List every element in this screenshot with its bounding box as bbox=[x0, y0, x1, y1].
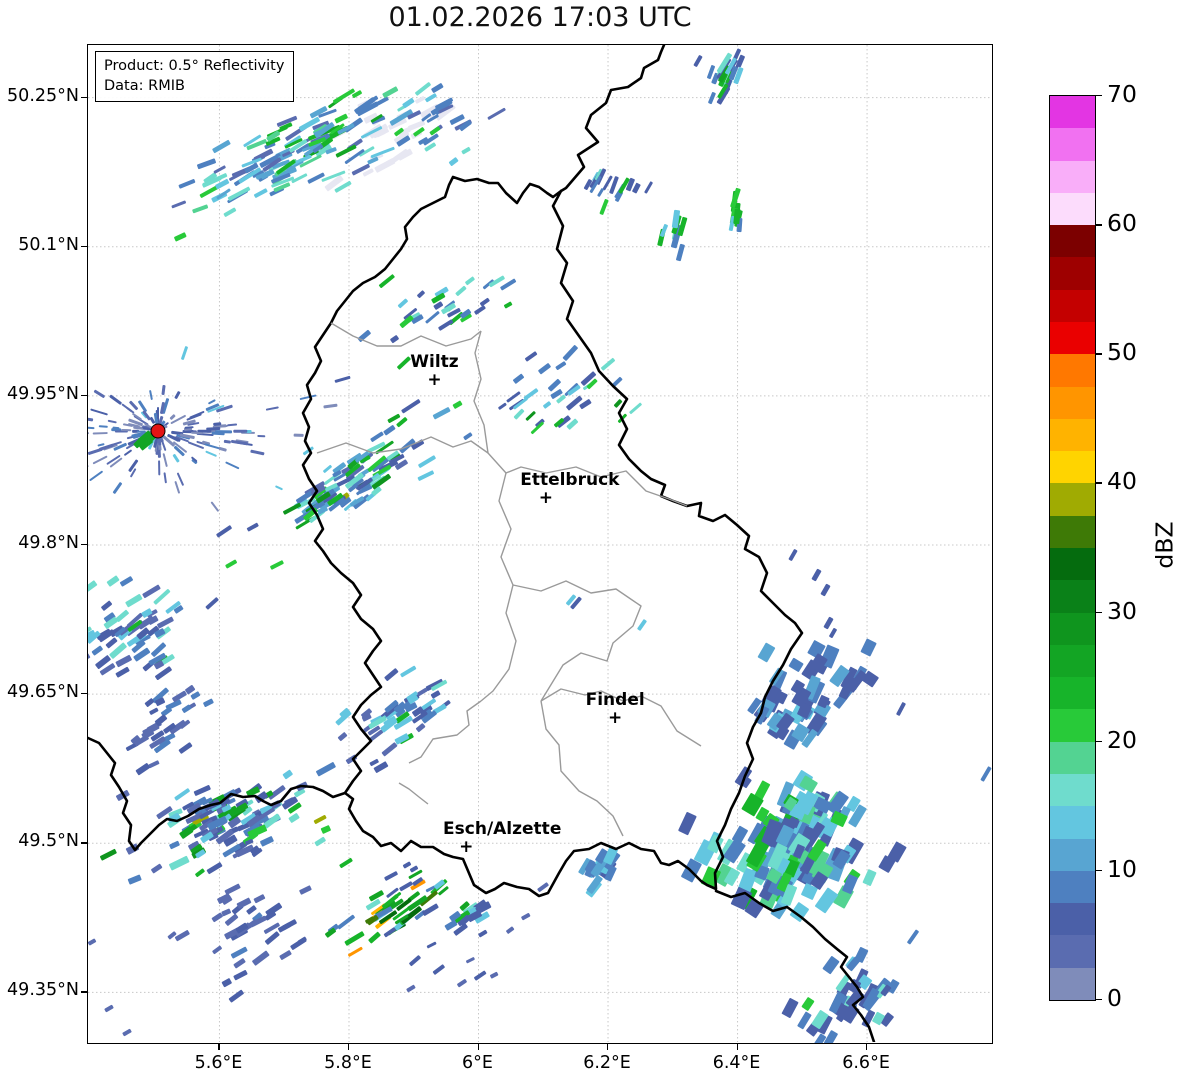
colorbar-segment bbox=[1050, 805, 1095, 839]
y-tick-mark bbox=[81, 394, 87, 397]
colorbar-tick-label: 30 bbox=[1107, 596, 1137, 625]
y-tick-label: 50.25°N bbox=[7, 85, 79, 106]
colorbar-segment bbox=[1050, 870, 1095, 904]
y-tick-label: 50.1°N bbox=[18, 234, 79, 255]
colorbar-segment bbox=[1050, 482, 1095, 516]
colorbar-tick-label: 20 bbox=[1107, 725, 1137, 754]
colorbar-tick-label: 40 bbox=[1107, 467, 1137, 496]
colorbar-segment bbox=[1050, 321, 1095, 355]
colorbar-tick-mark bbox=[1095, 869, 1102, 872]
colorbar-tick-label: 10 bbox=[1107, 854, 1137, 883]
colorbar-tick-mark bbox=[1095, 740, 1102, 743]
city-marker-icon: + bbox=[459, 837, 474, 858]
colorbar-segment bbox=[1050, 902, 1095, 936]
x-tick-label: 5.8°E bbox=[324, 1053, 372, 1073]
colorbar-segment bbox=[1050, 95, 1095, 129]
x-tick-mark bbox=[347, 1044, 350, 1050]
colorbar-segment bbox=[1050, 224, 1095, 258]
colorbar-segment bbox=[1050, 967, 1095, 1000]
colorbar-tick-label: 0 bbox=[1107, 984, 1122, 1012]
colorbar-tick-label: 70 bbox=[1107, 80, 1137, 108]
y-tick-label: 49.95°N bbox=[7, 383, 79, 404]
colorbar-segment bbox=[1050, 741, 1095, 774]
colorbar-segment bbox=[1050, 289, 1095, 322]
map-panel: Product: 0.5° Reflectivity Data: RMIB Wi… bbox=[87, 44, 993, 1044]
colorbar-segment bbox=[1050, 612, 1095, 645]
colorbar-tick-mark bbox=[1095, 482, 1102, 484]
colorbar-segment bbox=[1050, 934, 1095, 968]
y-tick-label: 49.65°N bbox=[7, 682, 79, 703]
colorbar-segment bbox=[1050, 515, 1095, 548]
x-tick-label: 6.2°E bbox=[583, 1053, 631, 1073]
colorbar-segment bbox=[1050, 386, 1095, 419]
colorbar-segment bbox=[1050, 838, 1095, 871]
colorbar-tick-mark bbox=[1095, 95, 1102, 97]
colorbar-tick-label: 60 bbox=[1107, 209, 1137, 238]
y-tick-mark bbox=[81, 991, 87, 993]
city-label-findel: Findel bbox=[585, 689, 645, 710]
product-info-box: Product: 0.5° Reflectivity Data: RMIB bbox=[95, 51, 295, 102]
x-tick-mark bbox=[607, 1044, 609, 1050]
x-tick-mark bbox=[477, 1044, 479, 1050]
overlay-layer: Wiltz + Ettelbruck + Findel + Esch/Alzette + bbox=[88, 45, 992, 1043]
x-tick-label: 5.6°E bbox=[194, 1053, 243, 1073]
colorbar-segment bbox=[1050, 418, 1095, 452]
product-line: Product: 0.5° Reflectivity bbox=[104, 58, 285, 74]
x-tick-label: 6.4°E bbox=[712, 1053, 761, 1073]
page-title: 01.02.2026 17:03 UTC bbox=[388, 2, 692, 33]
city-label-wiltz: Wiltz bbox=[410, 351, 459, 372]
colorbar-segment bbox=[1050, 547, 1095, 581]
x-tick-mark bbox=[866, 1044, 868, 1050]
y-tick-mark bbox=[81, 693, 87, 695]
city-label-esch-alzette: Esch/Alzette bbox=[443, 819, 562, 840]
city-marker-icon: + bbox=[427, 369, 442, 390]
radar-site-dot bbox=[150, 423, 166, 439]
colorbar-tick-mark bbox=[1095, 224, 1102, 226]
colorbar-segment bbox=[1050, 192, 1095, 226]
data-source-line: Data: RMIB bbox=[104, 78, 185, 94]
y-tick-mark bbox=[81, 544, 87, 546]
x-tick-label: 6°E bbox=[462, 1053, 493, 1073]
colorbar-segment bbox=[1050, 353, 1095, 387]
y-tick-label: 49.5°N bbox=[18, 831, 79, 852]
city-label-ettelbruck: Ettelbruck bbox=[520, 470, 620, 491]
colorbar-segment bbox=[1050, 773, 1095, 807]
colorbar-tick-mark bbox=[1095, 999, 1102, 1001]
y-tick-mark bbox=[81, 245, 87, 248]
y-tick-label: 49.35°N bbox=[7, 980, 79, 1001]
radar-figure: 01.02.2026 17:03 UTC Product: 0.5° Refle… bbox=[0, 0, 1184, 1081]
colorbar-segment bbox=[1050, 450, 1095, 484]
colorbar-segment bbox=[1050, 160, 1095, 193]
colorbar-segment bbox=[1050, 127, 1095, 161]
colorbar-tick-mark bbox=[1095, 611, 1102, 613]
x-tick-mark bbox=[736, 1044, 738, 1050]
colorbar-segment bbox=[1050, 256, 1095, 290]
city-marker-icon: + bbox=[608, 707, 623, 728]
x-tick-label: 6.6°E bbox=[842, 1053, 890, 1073]
colorbar-tick-mark bbox=[1095, 353, 1102, 355]
colorbar-segment bbox=[1050, 644, 1095, 678]
y-tick-label: 49.8°N bbox=[18, 533, 79, 553]
y-tick-mark bbox=[81, 96, 87, 99]
colorbar-tick-label: 50 bbox=[1107, 338, 1137, 367]
colorbar-segment bbox=[1050, 579, 1095, 613]
colorbar-segment bbox=[1050, 676, 1095, 710]
colorbar-bar bbox=[1049, 95, 1096, 1001]
x-tick-mark bbox=[218, 1044, 220, 1050]
colorbar-axis-label: dBZ bbox=[1150, 521, 1179, 569]
y-tick-mark bbox=[81, 842, 87, 844]
colorbar-segment bbox=[1050, 708, 1095, 742]
city-marker-icon: + bbox=[538, 488, 553, 509]
